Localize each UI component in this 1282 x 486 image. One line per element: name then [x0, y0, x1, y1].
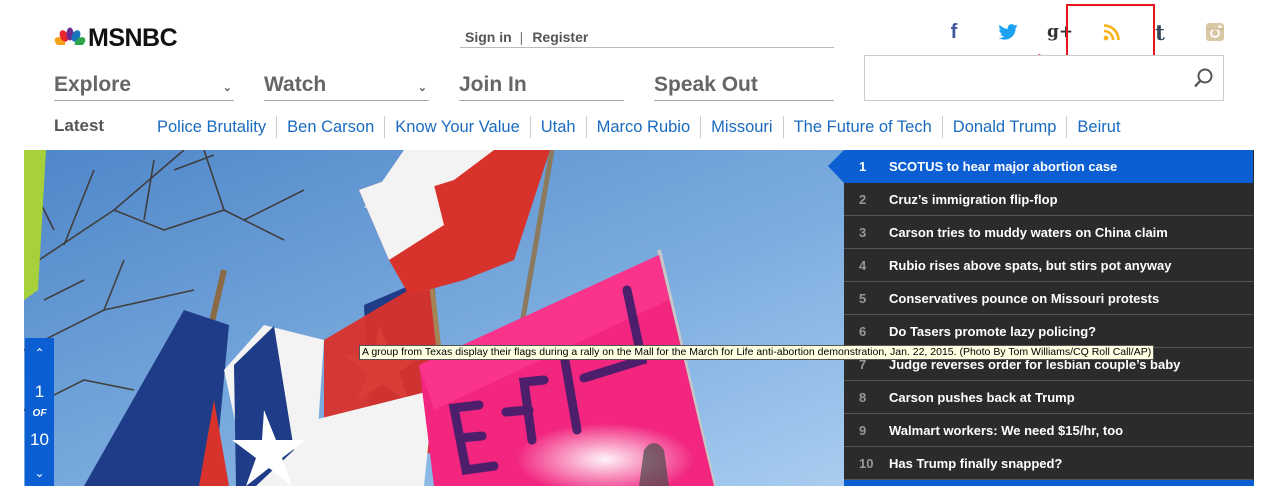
sign-in-link[interactable]: Sign in: [465, 29, 512, 45]
hero-illustration: [24, 150, 848, 486]
auth-links: Sign in | Register: [460, 26, 834, 48]
latest-link-utah[interactable]: Utah: [529, 116, 586, 138]
nav-speak-out-label: Speak Out: [654, 73, 758, 96]
headline-item[interactable]: 8 Carson pushes back at Trump: [844, 381, 1253, 414]
nav-speak-out[interactable]: Speak Out: [654, 70, 834, 101]
logo-text: MSNBC: [88, 23, 178, 52]
headline-text: SCOTUS to hear major abortion case: [889, 159, 1118, 174]
headline-number: 1: [859, 159, 867, 174]
headline-item[interactable]: 9 Walmart workers: We need $15/hr, too: [844, 414, 1253, 447]
chevron-down-icon: ⌄: [222, 81, 232, 94]
active-pointer: [828, 150, 844, 183]
search-box: [864, 55, 1224, 101]
headline-next-strip: [844, 480, 1254, 486]
chevron-down-icon: ⌄: [417, 81, 427, 94]
nav-explore-label: Explore: [54, 73, 132, 96]
headline-number: 9: [859, 422, 867, 438]
headline-number: 4: [859, 257, 867, 273]
latest-link-marco-rubio[interactable]: Marco Rubio: [585, 116, 701, 138]
nav-watch[interactable]: Watch ⌄: [264, 70, 429, 101]
latest-label: Latest: [54, 116, 105, 135]
latest-links: Police Brutality Ben Carson Know Your Va…: [147, 116, 1131, 138]
slide-counter: ⌃ 1 OF 10 ⌄: [25, 338, 54, 486]
latest-link-missouri[interactable]: Missouri: [700, 116, 782, 138]
slide-of-label: OF: [32, 408, 47, 419]
latest-link-police-brutality[interactable]: Police Brutality: [147, 116, 276, 138]
instagram-icon[interactable]: [1204, 18, 1226, 46]
headline-item[interactable]: 2 Cruz’s immigration flip-flop: [844, 183, 1253, 216]
headline-text: Carson tries to muddy waters on China cl…: [889, 224, 1168, 240]
headline-item[interactable]: 6 Do Tasers promote lazy policing?: [844, 315, 1253, 348]
top-headlines-list: 1 SCOTUS to hear major abortion case 2 C…: [828, 150, 1254, 486]
headline-text: Do Tasers promote lazy policing?: [889, 323, 1097, 339]
twitter-icon[interactable]: [996, 18, 1020, 46]
headline-number: 5: [859, 290, 867, 306]
headline-number: 6: [859, 323, 867, 339]
msnbc-logo[interactable]: MSNBC: [54, 23, 178, 52]
slide-current: 1: [34, 382, 45, 401]
headline-text: Walmart workers: We need $15/hr, too: [889, 422, 1124, 438]
headline-number: 8: [859, 389, 867, 405]
headline-item[interactable]: 4 Rubio rises above spats, but stirs pot…: [844, 249, 1253, 282]
headline-text: Rubio rises above spats, but stirs pot a…: [889, 257, 1172, 273]
headline-text: Cruz’s immigration flip-flop: [889, 191, 1058, 207]
headline-number: 10: [859, 455, 874, 471]
nav-join-in-label: Join In: [459, 73, 527, 96]
headline-item[interactable]: 3 Carson tries to muddy waters on China …: [844, 216, 1253, 249]
headline-item[interactable]: 10 Has Trump finally snapped?: [844, 447, 1253, 480]
register-link[interactable]: Register: [532, 29, 588, 45]
headline-number: 3: [859, 224, 867, 240]
nav-watch-label: Watch: [264, 73, 327, 96]
search-input[interactable]: [873, 64, 1173, 92]
hero-slide-image[interactable]: [24, 150, 848, 486]
chevron-down-icon[interactable]: ⌄: [25, 466, 54, 480]
latest-link-future-of-tech[interactable]: The Future of Tech: [782, 116, 942, 138]
headline-text: Has Trump finally snapped?: [889, 455, 1063, 471]
latest-link-ben-carson[interactable]: Ben Carson: [276, 116, 384, 138]
latest-link-donald-trump[interactable]: Donald Trump: [941, 116, 1067, 138]
headline-text: Conservatives pounce on Missouri protest…: [889, 290, 1160, 306]
slide-total: 10: [30, 430, 49, 449]
nav-join-in[interactable]: Join In: [459, 70, 624, 101]
latest-link-know-your-value[interactable]: Know Your Value: [384, 116, 529, 138]
headline-item[interactable]: 1 SCOTUS to hear major abortion case: [844, 150, 1253, 183]
facebook-icon[interactable]: f: [946, 18, 962, 46]
latest-link-beirut[interactable]: Beirut: [1066, 116, 1130, 138]
headline-item[interactable]: 5 Conservatives pounce on Missouri prote…: [844, 282, 1253, 315]
headline-number: 2: [859, 191, 867, 207]
image-caption-tooltip: A group from Texas display their flags d…: [359, 345, 1155, 360]
peacock-icon: [54, 27, 86, 49]
chevron-up-icon[interactable]: ⌃: [25, 346, 54, 360]
headline-text: Carson pushes back at Trump: [889, 389, 1075, 405]
auth-separator: |: [519, 28, 524, 45]
nav-explore[interactable]: Explore ⌄: [54, 70, 234, 101]
search-icon[interactable]: [1193, 67, 1215, 89]
